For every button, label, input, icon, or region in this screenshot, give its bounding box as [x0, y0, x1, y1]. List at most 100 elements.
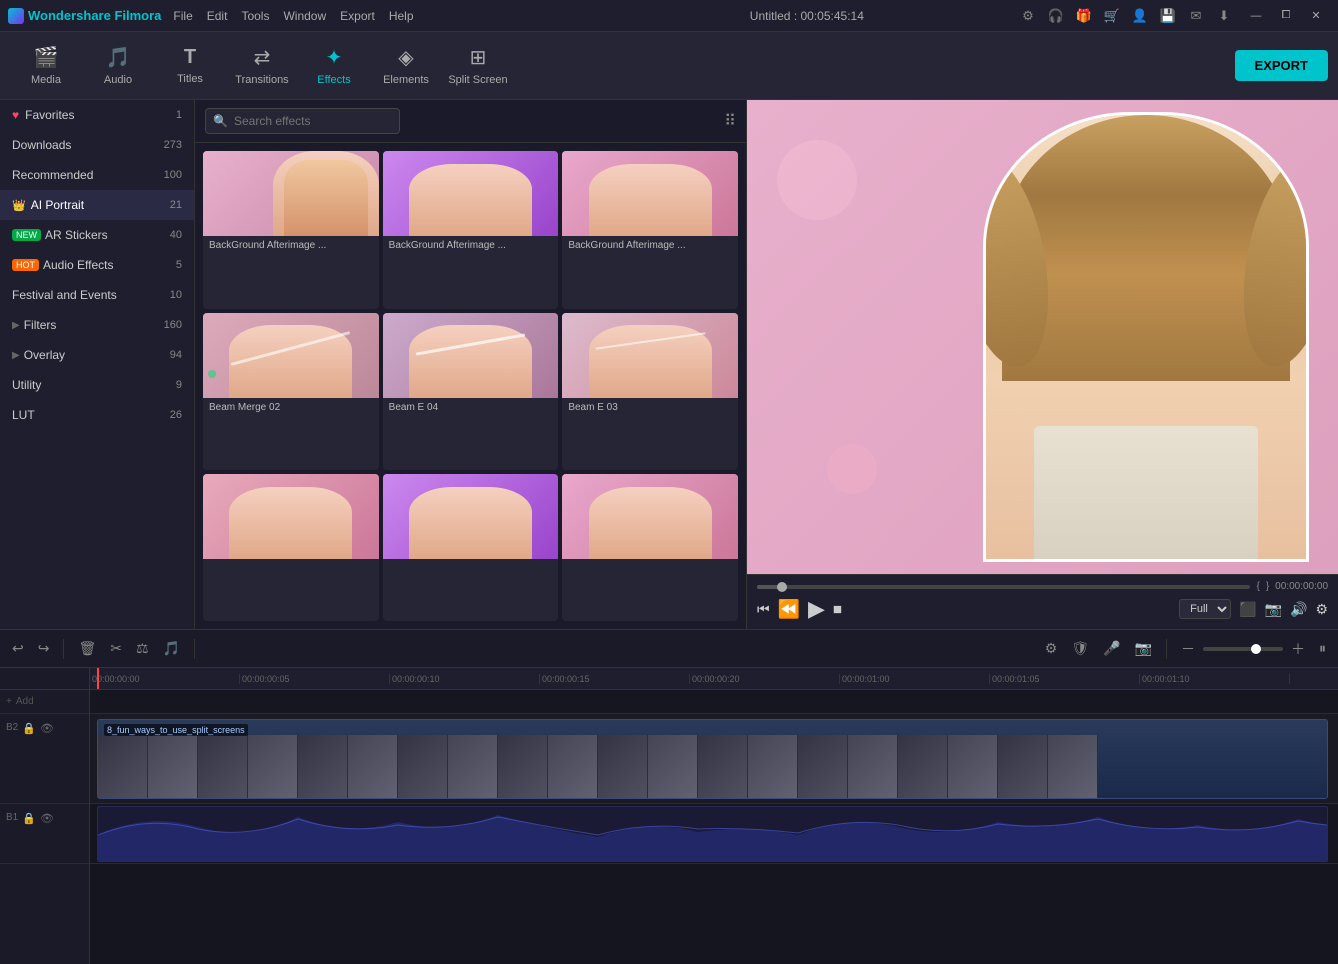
timeline-redo-button[interactable]: ↪ [34, 636, 54, 661]
preview-settings-button[interactable]: ⚙ [1315, 601, 1328, 618]
user-icon[interactable]: 👤 [1130, 6, 1150, 26]
effect-item-8[interactable]: 👑 [383, 474, 559, 621]
effect-item-1[interactable]: 👑 BackGround Afterimage ... [203, 151, 379, 309]
toolbar-splitscreen[interactable]: ⊞ Split Screen [442, 36, 514, 96]
timeline-snap-button[interactable]: ⚙ [1041, 636, 1062, 661]
ruler-marks: 00:00:00:00 00:00:00:05 00:00:00:10 00:0… [90, 674, 1338, 684]
menu-help[interactable]: Help [389, 9, 414, 23]
sidebar-label-favorites: Favorites [25, 108, 176, 122]
sidebar-item-recommended[interactable]: Recommended 100 [0, 160, 194, 190]
lock-icon-a1[interactable]: 🔒 [22, 812, 36, 825]
settings-icon[interactable]: ⚙ [1018, 6, 1038, 26]
thumb-12 [648, 735, 698, 799]
sidebar-count-filters: 160 [164, 319, 182, 331]
toolbar-titles[interactable]: T Titles [154, 36, 226, 96]
timeline-marker-button[interactable]: 🛡 [1067, 636, 1093, 661]
menu-file[interactable]: File [173, 9, 192, 23]
sidebar-item-festival-events[interactable]: Festival and Events 10 [0, 280, 194, 310]
sidebar-item-filters[interactable]: ▶ Filters 160 [0, 310, 194, 340]
minimize-button[interactable]: — [1242, 5, 1270, 27]
zoom-in-button[interactable]: ＋ [1287, 635, 1309, 663]
mail-icon[interactable]: ✉ [1186, 6, 1206, 26]
preview-frame-back-button[interactable]: ⏪ [778, 599, 800, 620]
effect-item-2[interactable]: 👑 BackGround Afterimage ... [383, 151, 559, 309]
menu-tools[interactable]: Tools [241, 9, 269, 23]
media-icon: 🎬 [34, 45, 59, 70]
save-icon[interactable]: 💾 [1158, 6, 1178, 26]
track-header-v1: B2 🔒 👁 [0, 714, 89, 804]
preview-step-back-button[interactable]: ⏮ [757, 601, 770, 618]
zoom-slider[interactable] [1203, 647, 1283, 651]
effect-item-7[interactable]: 👑 [203, 474, 379, 621]
preview-play-button[interactable]: ▶ [808, 596, 825, 622]
download-icon[interactable]: ⬇ [1214, 6, 1234, 26]
present-icon[interactable]: 🛒 [1102, 6, 1122, 26]
eye-icon-v1[interactable]: 👁 [40, 722, 54, 735]
shirt [1034, 426, 1258, 559]
menu-edit[interactable]: Edit [207, 9, 228, 23]
toolbar-media[interactable]: 🎬 Media [10, 36, 82, 96]
sidebar-item-favorites[interactable]: ♥ Favorites 1 [0, 100, 194, 130]
eye-icon-a1[interactable]: 👁 [40, 812, 54, 825]
sidebar-item-overlay[interactable]: ▶ Overlay 94 [0, 340, 194, 370]
effect-item-5[interactable]: 👑 Beam E 04 [383, 313, 559, 471]
sidebar-item-downloads[interactable]: Downloads 273 [0, 130, 194, 160]
timeline-adjust-button[interactable]: ⚖ [132, 636, 153, 661]
close-button[interactable]: ✕ [1302, 5, 1330, 27]
sidebar-item-lut[interactable]: LUT 26 [0, 400, 194, 430]
timeline-camera-button[interactable]: 📷 [1131, 636, 1156, 661]
effect-label-2: BackGround Afterimage ... [383, 236, 559, 255]
thumb-10 [548, 735, 598, 799]
effect-item-6[interactable]: 👑 Beam E 03 [562, 313, 738, 471]
preview-quality-select[interactable]: Full 1/2 1/4 [1179, 599, 1231, 619]
preview-screenshot-button[interactable]: 📷 [1265, 601, 1282, 618]
toolbar-transitions[interactable]: ⇄ Transitions [226, 36, 298, 96]
timeline-mic-button[interactable]: 🎤 [1099, 636, 1124, 661]
thumb-19 [998, 735, 1048, 799]
preview-area: { } 00:00:00:00 ⏮ ⏪ ▶ ⏹ Full 1/2 1/4 ⬛ 📷… [746, 100, 1338, 629]
track-a1 [90, 804, 1338, 864]
sidebar-item-audio-effects[interactable]: HOT Audio Effects 5 [0, 250, 194, 280]
track-header-a1: B1 🔒 👁 [0, 804, 89, 864]
effect-thumb-8: 👑 [383, 474, 559, 559]
effects-search-input[interactable] [205, 108, 400, 134]
toolbar-elements[interactable]: ◈ Elements [370, 36, 442, 96]
timeline-delete-button[interactable]: 🗑 [74, 636, 100, 661]
playhead[interactable] [97, 668, 99, 689]
headphone-icon[interactable]: 🎧 [1046, 6, 1066, 26]
timeline-audio-button[interactable]: 🎵 [159, 636, 184, 661]
preview-stop-button[interactable]: ⏹ [833, 599, 842, 620]
sidebar-item-ar-stickers[interactable]: NEW AR Stickers 40 [0, 220, 194, 250]
toolbar-audio[interactable]: 🎵 Audio [82, 36, 154, 96]
sidebar-count-recommended: 100 [164, 169, 182, 181]
preview-audio-button[interactable]: 🔊 [1290, 601, 1307, 618]
zoom-out-button[interactable]: － [1177, 635, 1199, 663]
sidebar-label-downloads: Downloads [12, 138, 164, 152]
export-button[interactable]: EXPORT [1235, 50, 1328, 81]
grid-toggle-icon[interactable]: ⠿ [724, 111, 736, 131]
thumb-13 [698, 735, 748, 799]
thumb-2 [148, 735, 198, 799]
timeline-cut-button[interactable]: ✂ [106, 636, 126, 661]
effect-item-3[interactable]: 👑 BackGround Afterimage ... [562, 151, 738, 309]
video-clip[interactable]: 8_fun_ways_to_use_split_screens [97, 719, 1328, 799]
add-track-icon[interactable]: + [6, 696, 12, 707]
effect-item-9[interactable]: 👑 [562, 474, 738, 621]
preview-progress-bar[interactable] [757, 585, 1250, 589]
menu-window[interactable]: Window [283, 9, 326, 23]
preview-bracket-left: { [1256, 581, 1259, 592]
hot-badge: HOT [12, 259, 39, 271]
timeline-fit-button[interactable]: ⏸ [1315, 636, 1330, 661]
timeline-undo-button[interactable]: ↩ [8, 636, 28, 661]
maximize-button[interactable]: ⧠ [1272, 5, 1300, 27]
preview-timeline: { } 00:00:00:00 [757, 581, 1328, 592]
sidebar-item-ai-portrait[interactable]: 👑 AI Portrait 21 [0, 190, 194, 220]
effect-item-4[interactable]: 👑 Beam Merge 02 [203, 313, 379, 471]
sidebar-item-utility[interactable]: Utility 9 [0, 370, 194, 400]
audio-clip[interactable] [97, 806, 1328, 862]
gift-icon[interactable]: 🎁 [1074, 6, 1094, 26]
menu-export[interactable]: Export [340, 9, 375, 23]
toolbar-effects[interactable]: ✦ Effects [298, 36, 370, 96]
preview-fullscreen-button[interactable]: ⬛ [1239, 601, 1256, 618]
lock-icon-v1[interactable]: 🔒 [22, 722, 36, 735]
